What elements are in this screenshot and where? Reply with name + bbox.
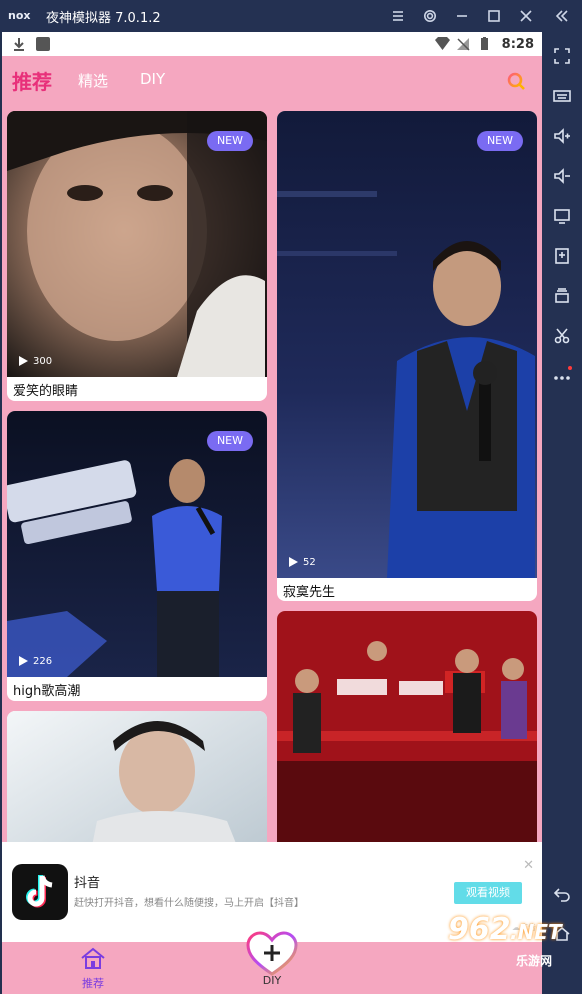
- back-arrow-icon: [553, 888, 570, 902]
- gear-icon: [424, 10, 436, 22]
- android-status-bar: 8:28: [2, 32, 542, 56]
- video-card[interactable]: NEW 300 爱笑的眼睛: [7, 111, 267, 401]
- sidebar-btn-volume-up[interactable]: [542, 116, 582, 156]
- scissors-icon: [554, 328, 570, 344]
- sidebar-btn-screenshot[interactable]: [542, 196, 582, 236]
- nox-logo: nox: [8, 9, 31, 22]
- video-card[interactable]: NEW 226 high歌高潮: [7, 411, 267, 701]
- video-thumbnail: [7, 711, 267, 842]
- tab-recommend[interactable]: 推荐: [12, 66, 52, 95]
- video-thumbnail: [277, 111, 537, 578]
- sidebar-btn-keyboard[interactable]: [542, 76, 582, 116]
- stack-icon: [555, 288, 569, 303]
- home-icon: [81, 947, 105, 969]
- screen-icon: [554, 209, 570, 224]
- new-badge: NEW: [206, 131, 253, 151]
- wifi-icon: [434, 37, 450, 50]
- video-caption: high歌高潮: [13, 684, 81, 699]
- emulator-sidebar: [542, 32, 582, 994]
- ad-close-button[interactable]: ✕: [523, 858, 534, 873]
- sidebar-btn-more[interactable]: [542, 356, 582, 396]
- phone-screen: 8:28 推荐 精选 DIY NEW 300 爱笑的眼睛 NEW 52 寂寞先生…: [2, 32, 542, 994]
- close-icon: [520, 10, 532, 22]
- video-thumbnail: [277, 611, 537, 842]
- nav-diy-label: DIY: [262, 974, 282, 987]
- volume-up-icon: [554, 128, 570, 144]
- watermark-site: 乐游网: [516, 954, 553, 968]
- nav-recommend[interactable]: 推荐: [78, 946, 108, 991]
- sidebar-btn-multi-instance[interactable]: [542, 276, 582, 316]
- watermark-number: 962: [448, 912, 511, 947]
- minimize-button[interactable]: [446, 0, 478, 32]
- battery-icon: [480, 37, 488, 50]
- tiktok-icon: [26, 875, 53, 908]
- new-badge: NEW: [476, 131, 523, 151]
- sidebar-btn-volume-down[interactable]: [542, 156, 582, 196]
- sidebar-btn-cut[interactable]: [542, 316, 582, 356]
- notification-square-icon: [36, 37, 50, 51]
- play-count-value: 226: [33, 655, 53, 667]
- play-count: 300: [17, 355, 52, 367]
- download-icon: [14, 38, 24, 51]
- window-title: 夜神模拟器 7.0.1.2: [46, 10, 161, 26]
- video-card[interactable]: [277, 611, 537, 842]
- menu-icon: [393, 11, 403, 21]
- ad-description: 赶快打开抖音，想看什么随便搜，马上开启【抖音】: [74, 898, 304, 909]
- ad-title: 抖音: [74, 876, 101, 891]
- video-card[interactable]: NEW 52 寂寞先生: [277, 111, 537, 601]
- watch-video-button[interactable]: 观看视频: [454, 882, 522, 904]
- play-count-value: 300: [33, 355, 53, 367]
- sidebar-btn-screen-rotate[interactable]: [542, 36, 582, 76]
- tab-featured[interactable]: 精选: [78, 70, 108, 91]
- collapse-sidebar-button[interactable]: [542, 0, 582, 32]
- search-icon[interactable]: [506, 71, 526, 91]
- emulator-window: nox 夜神模拟器 7.0.1.2 8:28 推荐 精选 DIY NEW 300…: [0, 0, 582, 994]
- play-count: 52: [287, 556, 316, 568]
- window-controls: [382, 0, 582, 32]
- nav-recommend-label: 推荐: [82, 977, 104, 990]
- play-icon: [19, 656, 28, 666]
- double-chevron-left-icon: [555, 10, 568, 22]
- maximize-icon: [488, 10, 500, 22]
- new-badge: NEW: [206, 431, 253, 451]
- title-bar: nox 夜神模拟器 7.0.1.2: [0, 0, 582, 32]
- play-count-value: 52: [303, 556, 316, 568]
- video-caption: 寂寞先生: [283, 585, 336, 600]
- minimize-icon: [457, 15, 467, 17]
- settings-button[interactable]: [414, 0, 446, 32]
- video-card[interactable]: [7, 711, 267, 842]
- menu-button[interactable]: [382, 0, 414, 32]
- tab-diy[interactable]: DIY: [140, 70, 165, 88]
- no-signal-icon: [456, 38, 470, 51]
- notification-dot: [568, 366, 572, 370]
- heart-plus-icon: [246, 931, 298, 976]
- status-clock: 8:28: [501, 36, 534, 52]
- tiktok-app-icon: [12, 864, 68, 920]
- video-caption: 爱笑的眼睛: [13, 384, 79, 399]
- keyboard-icon: [553, 90, 571, 102]
- apk-install-icon: [555, 248, 569, 264]
- video-feed: NEW 300 爱笑的眼睛 NEW 52 寂寞先生 NEW 226 high歌高…: [2, 106, 542, 842]
- play-icon: [289, 557, 298, 567]
- play-count: 226: [17, 655, 52, 667]
- nav-diy[interactable]: DIY: [244, 930, 300, 990]
- app-top-bar: 推荐 精选 DIY: [2, 56, 542, 106]
- maximize-button[interactable]: [478, 0, 510, 32]
- expand-icon: [554, 48, 570, 64]
- watermark-net: .NET: [510, 920, 562, 944]
- sidebar-btn-apk[interactable]: [542, 236, 582, 276]
- play-icon: [19, 356, 28, 366]
- site-watermark: 962 .NET 乐游网: [440, 906, 578, 992]
- close-window-button[interactable]: [510, 0, 542, 32]
- volume-down-icon: [554, 168, 570, 184]
